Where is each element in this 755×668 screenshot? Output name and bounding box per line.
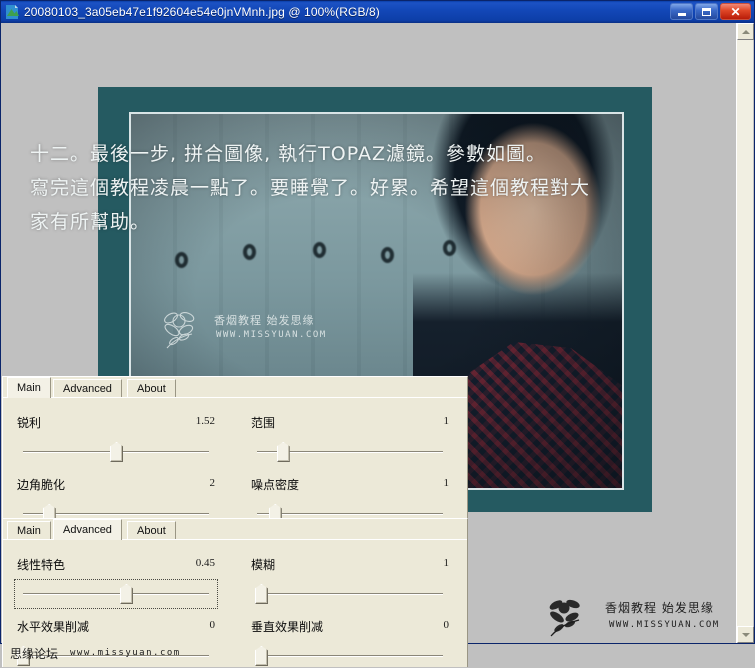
slider-track xyxy=(257,513,443,515)
watermark-dark-title: 香烟教程 始发思缘 xyxy=(605,599,714,616)
slider-track xyxy=(257,593,443,595)
close-icon: ✕ xyxy=(730,6,740,18)
close-button[interactable]: ✕ xyxy=(720,3,751,20)
control-linear-feature-value: 0.45 xyxy=(196,557,215,569)
chevron-up-icon xyxy=(742,30,750,34)
watermark-dark-url: WWW.MISSYUAN.COM xyxy=(609,620,720,630)
topaz-panel-advanced: Main Advanced About 线性特色 0.45 模糊 1 水平效果削… xyxy=(2,518,468,667)
control-vertical-reduce-slider[interactable] xyxy=(251,644,449,668)
panel-advanced-tabstrip: Main Advanced About xyxy=(3,519,467,539)
control-linear-feature-slider[interactable] xyxy=(17,582,215,606)
slider-thumb[interactable] xyxy=(255,584,268,604)
slider-thumb[interactable] xyxy=(255,646,268,666)
control-noise-density-label: 噪点密度 xyxy=(251,476,299,493)
document-client-area: 十二。最後一步, 拼合圖像, 執行TOPAZ濾鏡。參數如圖。 寫完這個教程凌晨一… xyxy=(2,23,753,643)
control-range-slider[interactable] xyxy=(251,440,449,464)
tab-advanced[interactable]: Advanced xyxy=(53,379,122,397)
control-horizontal-reduce-slider[interactable] xyxy=(17,644,215,668)
scroll-down-button[interactable] xyxy=(737,626,754,643)
window-controls: ✕ xyxy=(670,3,751,20)
control-horizontal-reduce-label: 水平效果削减 xyxy=(17,618,89,635)
control-range-label: 范围 xyxy=(251,414,275,431)
control-edge-crisp-label: 边角脆化 xyxy=(17,476,65,493)
slider-thumb[interactable] xyxy=(17,646,30,666)
slider-track xyxy=(23,593,209,595)
control-edge-crisp-value: 2 xyxy=(210,477,216,489)
control-noise-density-value: 1 xyxy=(444,477,450,489)
tab-main[interactable]: Main xyxy=(7,521,51,539)
slider-thumb[interactable] xyxy=(110,442,123,462)
control-sharpen-value: 1.52 xyxy=(196,415,215,427)
slider-thumb[interactable] xyxy=(120,584,133,604)
topaz-panel-main: Main Advanced About 锐利 1.52 范围 1 边角脆化 2 … xyxy=(2,376,468,524)
chevron-down-icon xyxy=(742,633,750,637)
flower-icon xyxy=(547,595,595,637)
panel-main-tabstrip: Main Advanced About xyxy=(3,377,467,397)
control-linear-feature-label: 线性特色 xyxy=(17,556,65,573)
tab-about[interactable]: About xyxy=(127,379,176,397)
slider-track xyxy=(23,655,209,657)
control-sharpen-label: 锐利 xyxy=(17,414,41,431)
control-blur-slider[interactable] xyxy=(251,582,449,606)
control-horizontal-reduce-value: 0 xyxy=(210,619,216,631)
minimize-button[interactable] xyxy=(670,3,693,20)
maximize-button[interactable] xyxy=(695,3,718,20)
maximize-icon xyxy=(702,8,711,16)
slider-thumb[interactable] xyxy=(277,442,290,462)
vertical-scrollbar[interactable] xyxy=(736,23,753,643)
tab-main[interactable]: Main xyxy=(7,377,51,398)
control-range-value: 1 xyxy=(444,415,450,427)
control-sharpen-slider[interactable] xyxy=(17,440,215,464)
watermark-dark: 香烟教程 始发思缘 WWW.MISSYUAN.COM xyxy=(547,595,755,647)
tab-advanced[interactable]: Advanced xyxy=(53,519,122,540)
scroll-up-button[interactable] xyxy=(737,23,754,40)
title-bar: 20080103_3a05eb47e1f92604e54e0jnVMnh.jpg… xyxy=(1,1,754,23)
tab-about[interactable]: About xyxy=(127,521,176,539)
minimize-icon xyxy=(678,13,686,16)
photoshop-window: 20080103_3a05eb47e1f92604e54e0jnVMnh.jpg… xyxy=(0,0,755,644)
panel-advanced-body: 线性特色 0.45 模糊 1 水平效果削减 0 垂直效果削减 0 xyxy=(3,540,467,667)
control-vertical-reduce-label: 垂直效果削减 xyxy=(251,618,323,635)
slider-track xyxy=(257,655,443,657)
window-title: 20080103_3a05eb47e1f92604e54e0jnVMnh.jpg… xyxy=(24,5,380,19)
control-blur-label: 模糊 xyxy=(251,556,275,573)
control-blur-value: 1 xyxy=(444,557,450,569)
photoshop-document-icon xyxy=(4,4,20,20)
control-vertical-reduce-value: 0 xyxy=(444,619,450,631)
panel-main-body: 锐利 1.52 范围 1 边角脆化 2 噪点密度 1 xyxy=(3,398,467,524)
